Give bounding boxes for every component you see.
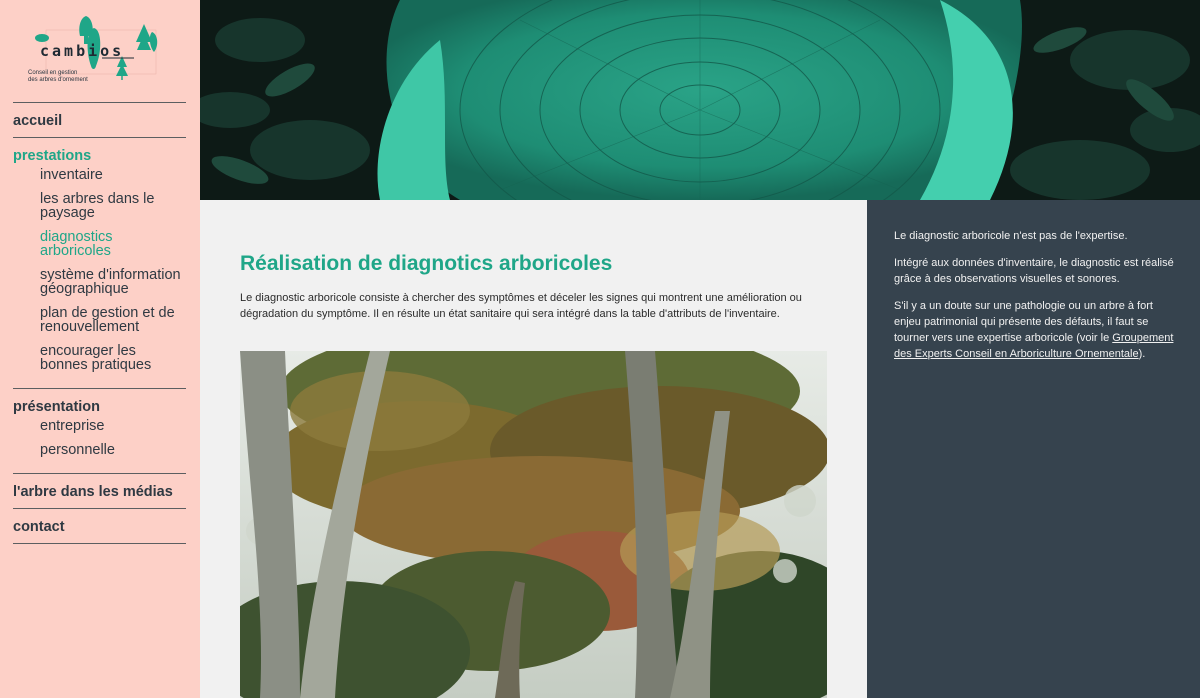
nav-item-medias[interactable]: l'arbre dans les médias xyxy=(13,474,186,508)
aside-paragraph-1: Le diagnostic arboricole n'est pas de l'… xyxy=(894,230,1128,242)
nav-subitem-bonnes-pratiques[interactable]: encourager les bonnes pratiques xyxy=(40,344,186,373)
nav-subitem-sig[interactable]: système d'information géographique xyxy=(40,268,186,297)
cambios-logo[interactable]: cambios Conseil en gestion des arbres d'… xyxy=(26,14,176,89)
nav-subitem-diagnostics[interactable]: diagnostics arboricoles xyxy=(40,230,186,259)
nav-divider xyxy=(13,543,186,544)
info-aside: Le diagnostic arboricole n'est pas de l'… xyxy=(867,200,1200,698)
logo-wordmark: cambios xyxy=(40,42,125,60)
nav-subitem-entreprise[interactable]: entreprise xyxy=(40,419,186,434)
nav-subitem-plan-gestion[interactable]: plan de gestion et de renouvellement xyxy=(40,306,186,335)
nav-subitem-inventaire[interactable]: inventaire xyxy=(40,168,186,183)
presentation-submenu: entreprise personnelle xyxy=(13,419,186,473)
trees-photo xyxy=(240,351,827,698)
intro-paragraph: Le diagnostic arboricole consiste à cher… xyxy=(240,292,802,320)
aside-paragraph-3: S'il y a un doute sur une pathologie ou … xyxy=(894,298,1174,362)
hero-banner-image xyxy=(200,0,1200,200)
aside-paragraph-3-tail: ). xyxy=(1138,348,1146,360)
logo-tagline: Conseil en gestion des arbres d'ornement xyxy=(28,70,118,84)
logo-tagline-line2: des arbres d'ornement xyxy=(28,77,88,83)
prestations-submenu: inventaire les arbres dans le paysage di… xyxy=(13,168,186,388)
main-content: Réalisation de diagnotics arboricoles Le… xyxy=(200,200,867,698)
page-title: Réalisation de diagnotics arboricoles xyxy=(240,252,613,275)
nav-item-contact[interactable]: contact xyxy=(13,509,186,543)
nav-subitem-arbres-paysage[interactable]: les arbres dans le paysage xyxy=(40,192,186,221)
aside-text: Le diagnostic arboricole n'est pas de l'… xyxy=(894,228,1174,373)
aside-paragraph-2: Intégré aux données d'inventaire, le dia… xyxy=(894,257,1174,285)
logo-tagline-line1: Conseil en gestion xyxy=(28,70,78,76)
sidebar: cambios Conseil en gestion des arbres d'… xyxy=(0,0,200,698)
main-nav: accueil prestations inventaire les arbre… xyxy=(13,102,186,544)
nav-subitem-personnelle[interactable]: personnelle xyxy=(40,443,186,458)
nav-item-accueil[interactable]: accueil xyxy=(13,103,186,137)
